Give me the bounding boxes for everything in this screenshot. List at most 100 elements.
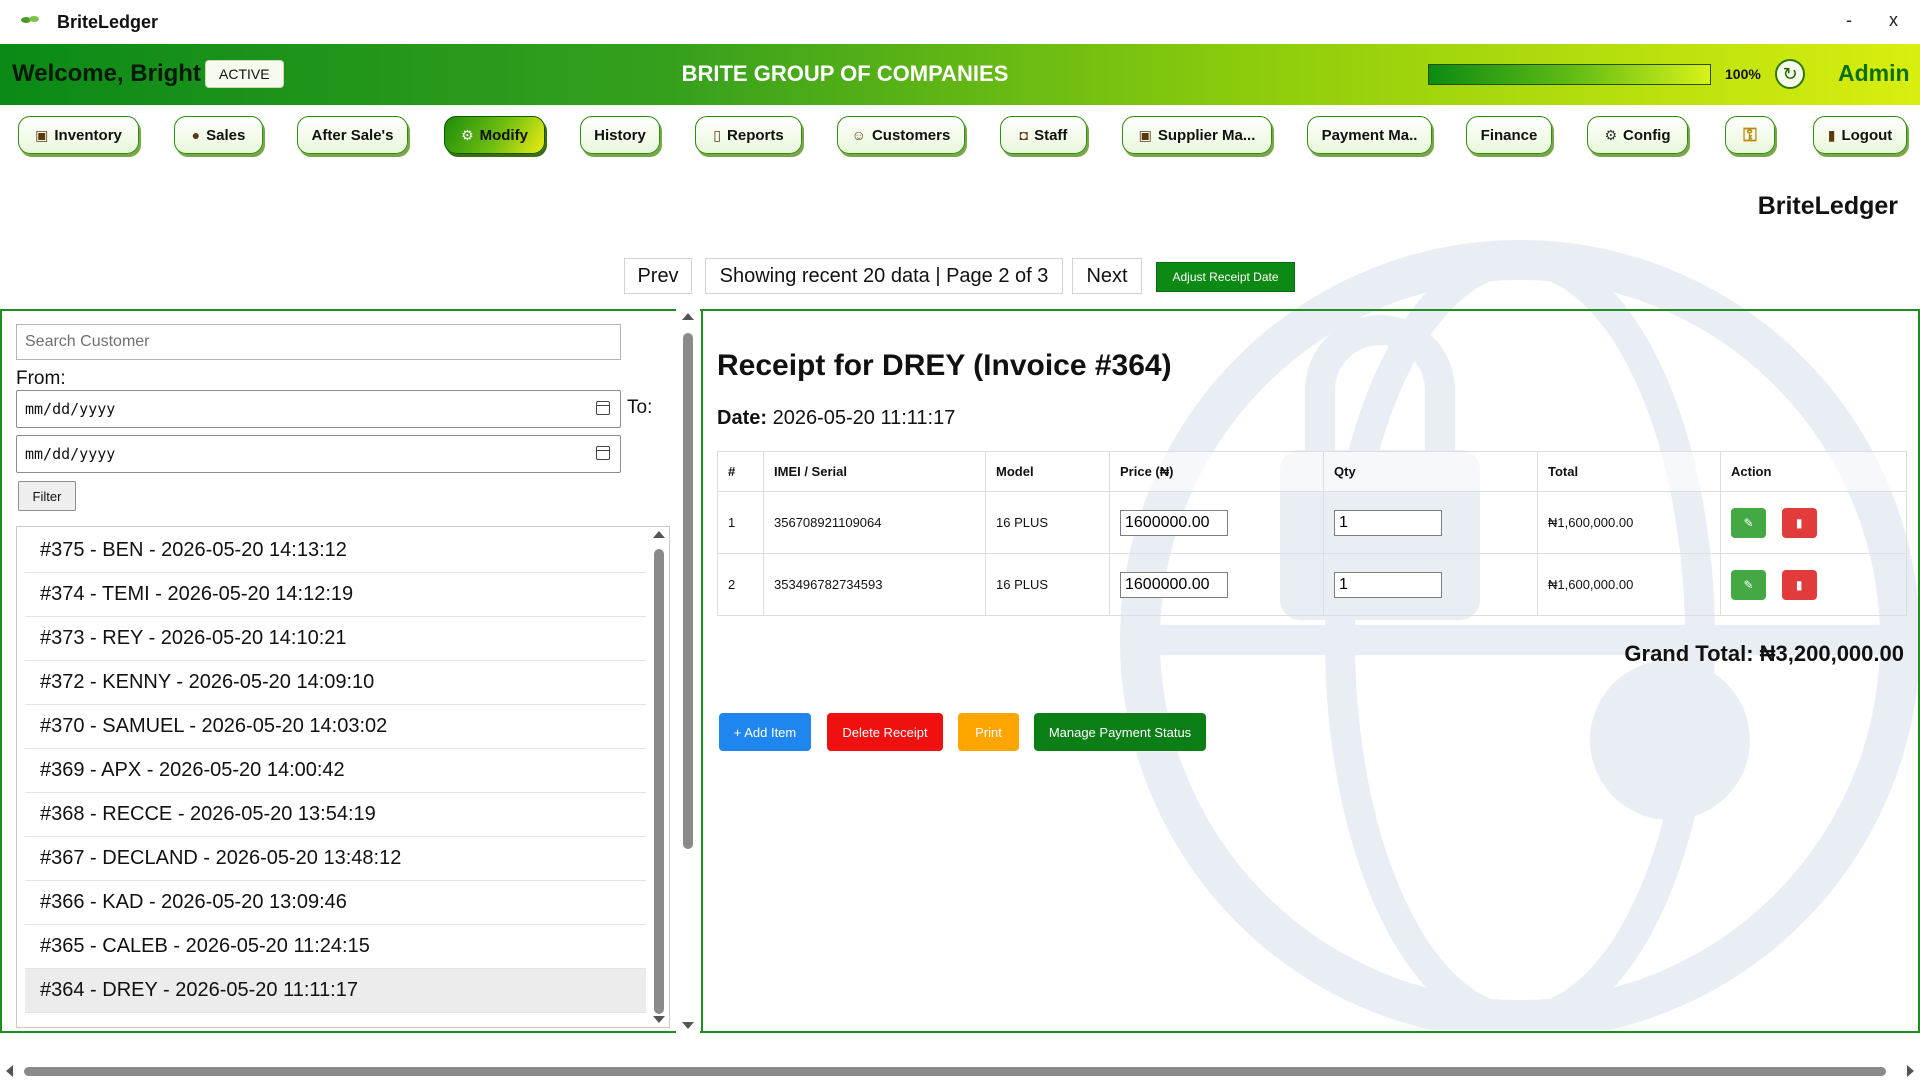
nav-finance[interactable]: Finance xyxy=(1466,116,1552,154)
row-imei: 356708921109064 xyxy=(763,491,986,554)
row-qty-cell xyxy=(1323,553,1538,616)
nav-label: Payment Ma.. xyxy=(1321,126,1418,144)
list-item-selected[interactable]: #364 - DREY - 2026-05-20 11:11:17 xyxy=(25,969,646,1013)
trash-icon: ▮ xyxy=(1795,577,1803,592)
price-input[interactable] xyxy=(1120,509,1228,536)
receipt-date-value: 2026-05-20 11:11:17 xyxy=(772,407,956,429)
list-scrollbar-thumb[interactable] xyxy=(654,549,664,1014)
progress-bar xyxy=(1428,64,1711,85)
window-title: BriteLedger xyxy=(57,12,159,32)
nav-sales[interactable]: ● Sales xyxy=(174,116,263,154)
nav-payment-management[interactable]: Payment Ma.. xyxy=(1307,116,1432,154)
scroll-left-arrow-icon[interactable] xyxy=(6,1065,13,1077)
person-icon: ☺ xyxy=(851,127,866,143)
nav-label: Sales xyxy=(206,126,246,144)
nav-modify[interactable]: ⚙ Modify xyxy=(444,116,545,154)
from-date-placeholder: mm/dd/yyyy xyxy=(25,400,116,418)
gear-icon: ⚙ xyxy=(1604,126,1618,143)
receipt-detail-panel: Receipt for DREY (Invoice #364) Date: 20… xyxy=(701,309,1920,1033)
row-model: 16 PLUS xyxy=(985,491,1110,554)
list-item[interactable]: #366 - KAD - 2026-05-20 13:09:46 xyxy=(25,881,646,925)
nav-inventory[interactable]: ▣ Inventory xyxy=(18,116,139,154)
nav-staff[interactable]: ◘ Staff xyxy=(1000,116,1087,154)
nav-label: Finance xyxy=(1480,126,1538,144)
row-price-cell xyxy=(1109,491,1324,554)
gear-icon: ⚙ xyxy=(461,126,474,143)
list-item[interactable]: #373 - REY - 2026-05-20 14:10:21 xyxy=(25,617,646,661)
nav-key[interactable]: ⚿ xyxy=(1725,116,1775,154)
receipt-list-panel: From: mm/dd/yyyy To: mm/dd/yyyy Filter #… xyxy=(0,309,701,1033)
qty-input[interactable] xyxy=(1334,571,1442,598)
nav-label: Logout xyxy=(1841,126,1893,144)
refresh-icon: ↻ xyxy=(1782,63,1798,84)
delete-item-button[interactable]: ▮ xyxy=(1781,507,1817,538)
nav-label: Reports xyxy=(727,126,784,144)
to-date-input[interactable]: mm/dd/yyyy xyxy=(16,435,621,473)
row-total: ₦1,600,000.00 xyxy=(1537,491,1721,554)
main-nav: ▣ Inventory ● Sales After Sale's ⚙ Modif… xyxy=(0,116,1920,158)
nav-reports[interactable]: ▯ Reports xyxy=(695,116,802,154)
filter-button[interactable]: Filter xyxy=(18,481,76,511)
list-item[interactable]: #375 - BEN - 2026-05-20 14:13:12 xyxy=(25,529,646,573)
delete-receipt-button[interactable]: Delete Receipt xyxy=(827,713,943,751)
page-info: Showing recent 20 data | Page 2 of 3 xyxy=(705,258,1063,294)
horizontal-scrollbar-thumb[interactable] xyxy=(24,1067,1886,1076)
app-header: Welcome, Bright ACTIVE BRITE GROUP OF CO… xyxy=(0,44,1920,105)
column-header: Total xyxy=(1537,451,1721,492)
prev-button[interactable]: Prev xyxy=(624,258,692,294)
price-input[interactable] xyxy=(1120,571,1228,598)
brand-title: BriteLedger xyxy=(1757,192,1898,220)
search-customer-input[interactable] xyxy=(16,324,621,360)
nav-label: Config xyxy=(1623,126,1671,144)
list-item[interactable]: #369 - APX - 2026-05-20 14:00:42 xyxy=(25,749,646,793)
add-item-button[interactable]: + Add Item xyxy=(719,713,811,751)
nav-customers[interactable]: ☺ Customers xyxy=(837,116,965,154)
nav-supplier-management[interactable]: ▣ Supplier Ma... xyxy=(1122,116,1272,154)
list-item[interactable]: #370 - SAMUEL - 2026-05-20 14:03:02 xyxy=(25,705,646,749)
edit-item-button[interactable]: ✎ xyxy=(1731,507,1766,538)
nav-logout[interactable]: ▮ Logout xyxy=(1813,116,1907,154)
refresh-button[interactable]: ↻ xyxy=(1775,59,1805,89)
row-number: 1 xyxy=(717,491,764,554)
progress-percent: 100% xyxy=(1725,66,1761,82)
minimize-button[interactable]: - xyxy=(1846,10,1852,31)
list-item[interactable]: #374 - TEMI - 2026-05-20 14:12:19 xyxy=(25,573,646,617)
nav-label: After Sale's xyxy=(311,126,394,144)
grand-total: Grand Total: ₦3,200,000.00 xyxy=(1624,641,1904,666)
scroll-right-arrow-icon[interactable] xyxy=(1907,1065,1914,1077)
table-header-row: # IMEI / Serial Model Price (₦) Qty Tota… xyxy=(717,451,1907,492)
scroll-up-arrow-icon[interactable] xyxy=(682,313,694,320)
qty-input[interactable] xyxy=(1334,509,1442,536)
scroll-down-arrow-icon[interactable] xyxy=(682,1022,694,1029)
calendar-icon[interactable] xyxy=(596,401,610,415)
staff-icon: ◘ xyxy=(1019,127,1029,143)
list-scrollbar[interactable] xyxy=(649,527,669,1027)
list-item[interactable]: #365 - CALEB - 2026-05-20 11:24:15 xyxy=(25,925,646,969)
scroll-up-arrow-icon[interactable] xyxy=(653,531,665,538)
from-date-input[interactable]: mm/dd/yyyy xyxy=(16,390,621,428)
table-row: 1 356708921109064 16 PLUS ₦1,600,000.00 … xyxy=(717,491,1907,554)
manage-payment-status-button[interactable]: Manage Payment Status xyxy=(1034,713,1206,751)
list-item[interactable]: #368 - RECCE - 2026-05-20 13:54:19 xyxy=(25,793,646,837)
edit-item-button[interactable]: ✎ xyxy=(1731,569,1766,600)
row-number: 2 xyxy=(717,553,764,616)
left-panel-scrollbar-thumb[interactable] xyxy=(683,333,693,849)
print-button[interactable]: Print xyxy=(958,713,1019,751)
column-header: # xyxy=(717,451,764,492)
nav-config[interactable]: ⚙ Config xyxy=(1587,116,1688,154)
nav-history[interactable]: History xyxy=(580,116,660,154)
list-item[interactable]: #367 - DECLAND - 2026-05-20 13:48:12 xyxy=(25,837,646,881)
list-item[interactable]: #372 - KENNY - 2026-05-20 14:09:10 xyxy=(25,661,646,705)
adjust-receipt-date-button[interactable]: Adjust Receipt Date xyxy=(1156,262,1295,292)
column-header: Qty xyxy=(1323,451,1538,492)
delete-item-button[interactable]: ▮ xyxy=(1781,569,1817,600)
row-total: ₦1,600,000.00 xyxy=(1537,553,1721,616)
close-button[interactable]: x xyxy=(1889,10,1898,31)
row-actions: ✎ ▮ xyxy=(1720,491,1907,554)
nav-after-sales[interactable]: After Sale's xyxy=(297,116,408,154)
next-button[interactable]: Next xyxy=(1072,258,1142,294)
calendar-icon[interactable] xyxy=(596,446,610,460)
left-panel-scrollbar[interactable] xyxy=(676,309,700,1033)
scroll-down-arrow-icon[interactable] xyxy=(653,1016,665,1023)
horizontal-scrollbar[interactable] xyxy=(0,1060,1920,1080)
